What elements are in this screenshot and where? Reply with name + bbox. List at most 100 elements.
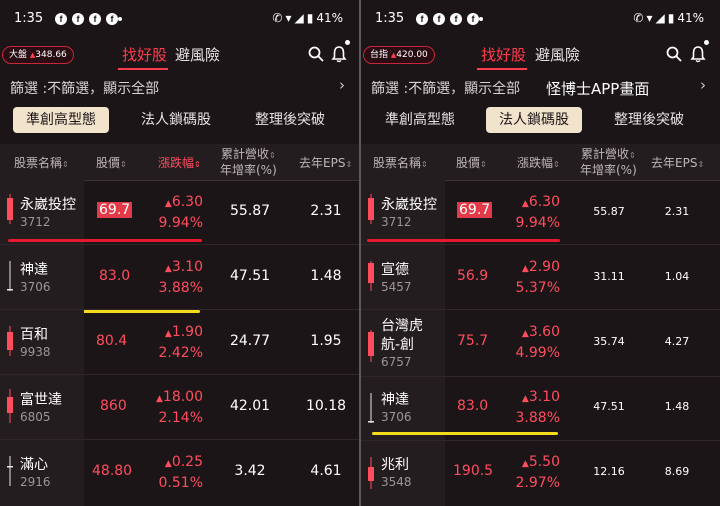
col-header-eps[interactable]: 去年EPS⇕ [651, 154, 704, 171]
system-tray: ✆ ▾ ◢ ▮ 41% [630, 11, 704, 25]
table-row[interactable]: 百和 9938 80.4 ▲1.90 2.42% 24.77 1.95 [0, 310, 359, 374]
eps-value: 1.48 [664, 400, 690, 413]
col-header-change[interactable]: 漲跌幅⇕ [158, 154, 201, 171]
col-header-name[interactable]: 股票名稱⇕ [373, 154, 428, 171]
wifi-icon: ▾ [646, 11, 653, 25]
sort-icon: ⇕ [629, 151, 636, 160]
table-row[interactable]: 富世達 6805 860 ▲18.00 2.14% 42.01 10.18 [0, 375, 359, 439]
table-row[interactable]: 宣德 5457 56.9 ▲2.90 5.37% 31.11 1.04 [361, 245, 720, 309]
chevron-right-icon[interactable]: › [700, 76, 706, 94]
active-tab-underline [477, 68, 527, 70]
watermark-caption: 怪博士APP畫面 [546, 80, 650, 98]
unread-dot-icon [345, 40, 350, 45]
tab-avoid-risk[interactable]: 避風險 [175, 44, 220, 65]
revenue-growth: 35.74 [593, 335, 625, 348]
subtab-breakout-after-consolidation[interactable]: 整理後突破 [601, 107, 697, 133]
col-header-eps[interactable]: 去年EPS⇕ [299, 154, 352, 171]
unread-dot-icon [704, 40, 709, 45]
col-header-name[interactable]: 股票名稱⇕ [14, 154, 69, 171]
table-row[interactable]: 兆利 3548 190.5 ▲5.50 2.97% 12.16 8.69 [361, 441, 720, 506]
tab-find-good-stocks[interactable]: 找好股 [481, 44, 526, 65]
battery-level: 41% [316, 11, 343, 25]
index-quote-badge[interactable]: 大盤 ▲348.66 [2, 46, 74, 64]
up-triangle-icon: ▲ [155, 394, 163, 404]
sort-icon: ⇕ [421, 160, 428, 169]
subtab-near-high-pattern[interactable]: 準創高型態 [372, 107, 468, 133]
table-row[interactable]: 台灣虎 航-創 6757 75.7 ▲3.60 4.99% 35.74 4.27 [361, 310, 720, 376]
facebook-notification-icon: f [433, 13, 445, 25]
stock-name: 神達 [381, 392, 409, 408]
notification-bell-icon[interactable] [690, 45, 706, 63]
table-row[interactable]: 永崴投控 3712 69.7 ▲6.30 9.94% 55.87 2.31 [361, 180, 720, 244]
eps-value: 1.04 [664, 270, 690, 283]
col-header-revenue-growth[interactable]: 累計營收⇕ 年增率(%) [220, 147, 277, 178]
stock-name: 兆利 [381, 457, 409, 473]
subtab-institutional-locked[interactable]: 法人鎖碼股 [128, 107, 224, 133]
revenue-growth: 12.16 [593, 465, 625, 478]
candlestick-icon [368, 393, 374, 423]
stock-code: 2916 [20, 475, 51, 489]
price-change: ▲18.00 2.14% [155, 389, 203, 426]
wifi-icon: ▾ [285, 11, 292, 25]
eps-value: 4.27 [664, 335, 690, 348]
signal-icon: ◢ [294, 11, 304, 25]
eps-value: 2.31 [664, 205, 690, 218]
more-notifications-dot-icon [479, 17, 483, 21]
stock-name: 富世達 [20, 392, 62, 408]
tab-find-good-stocks[interactable]: 找好股 [122, 44, 167, 65]
strategy-subtabs: 準創高型態 法人鎖碼股 整理後突破 [361, 104, 720, 136]
filter-row[interactable]: 篩選 :不篩選，顯示全部 › [0, 72, 359, 102]
stock-name-cell: 富世達 6805 [0, 375, 84, 439]
candlestick-icon [7, 261, 13, 291]
revenue-growth: 31.11 [593, 270, 625, 283]
candlestick-icon [368, 330, 374, 362]
app-header: 大盤 ▲348.66 找好股 避風險 [0, 38, 359, 72]
candlestick-icon [7, 389, 13, 423]
up-triangle-icon: ▲ [164, 264, 172, 274]
filter-label: 篩選 :不篩選，顯示全部 [10, 81, 160, 97]
call-icon: ✆ [633, 11, 644, 25]
stock-code: 3712 [381, 215, 412, 229]
stock-name: 百和 [20, 327, 48, 343]
col-header-change[interactable]: 漲跌幅⇕ [517, 154, 560, 171]
price-change: ▲1.90 2.42% [158, 324, 203, 361]
sort-icon: ⇕ [553, 160, 560, 169]
chevron-right-icon[interactable]: › [339, 76, 345, 94]
table-header: 股票名稱⇕ 股價⇕ 漲跌幅⇕ 累計營收⇕ 年增率(%) 去年EPS⇕ [361, 144, 720, 181]
col-header-revenue-growth[interactable]: 累計營收⇕ 年增率(%) [580, 147, 637, 178]
price-change: ▲0.25 0.51% [158, 454, 203, 491]
search-icon[interactable] [666, 46, 682, 62]
yellow-highlight-underline [372, 432, 558, 435]
col-header-price[interactable]: 股價⇕ [456, 154, 487, 171]
index-label: 大盤 [9, 50, 28, 60]
stock-code: 6757 [381, 355, 412, 369]
stock-code: 3712 [20, 215, 51, 229]
subtab-breakout-after-consolidation[interactable]: 整理後突破 [242, 107, 338, 133]
status-time: 1:35 [14, 11, 44, 26]
stock-code: 6805 [20, 410, 51, 424]
price-change: ▲2.90 5.37% [515, 259, 560, 296]
subtab-institutional-locked[interactable]: 法人鎖碼股 [486, 107, 582, 133]
table-row[interactable]: 神達 3706 83.0 ▲3.10 3.88% 47.51 1.48 [0, 245, 359, 309]
table-row[interactable]: 永崴投控 3712 69.7 ▲6.30 9.94% 55.87 2.31 [0, 180, 359, 244]
revenue-growth: 55.87 [229, 203, 271, 219]
tab-avoid-risk[interactable]: 避風險 [535, 44, 580, 65]
index-label: 台指 [370, 50, 389, 60]
filter-row[interactable]: 篩選 :不篩選，顯示全部 怪博士APP畫面 › [361, 72, 720, 102]
search-icon[interactable] [308, 46, 324, 62]
notification-bell-icon[interactable] [331, 45, 347, 63]
revenue-growth: 24.77 [229, 333, 271, 349]
sort-icon: ⇕ [480, 160, 487, 169]
subtab-near-high-pattern[interactable]: 準創高型態 [13, 107, 109, 133]
revenue-growth: 3.42 [234, 463, 266, 479]
candlestick-icon [368, 194, 374, 224]
red-highlight-underline [8, 239, 202, 242]
table-row[interactable]: 滿心 2916 48.80 ▲0.25 0.51% 3.42 4.61 [0, 440, 359, 506]
candlestick-icon [7, 194, 13, 224]
stock-price: 75.7 [457, 333, 489, 349]
index-quote-badge[interactable]: 台指 ▲420.00 [363, 46, 435, 64]
up-triangle-icon: ▲ [521, 199, 529, 209]
sort-desc-icon: ⇕ [194, 160, 201, 169]
col-header-price[interactable]: 股價⇕ [96, 154, 127, 171]
stock-name: 神達 [20, 262, 48, 278]
